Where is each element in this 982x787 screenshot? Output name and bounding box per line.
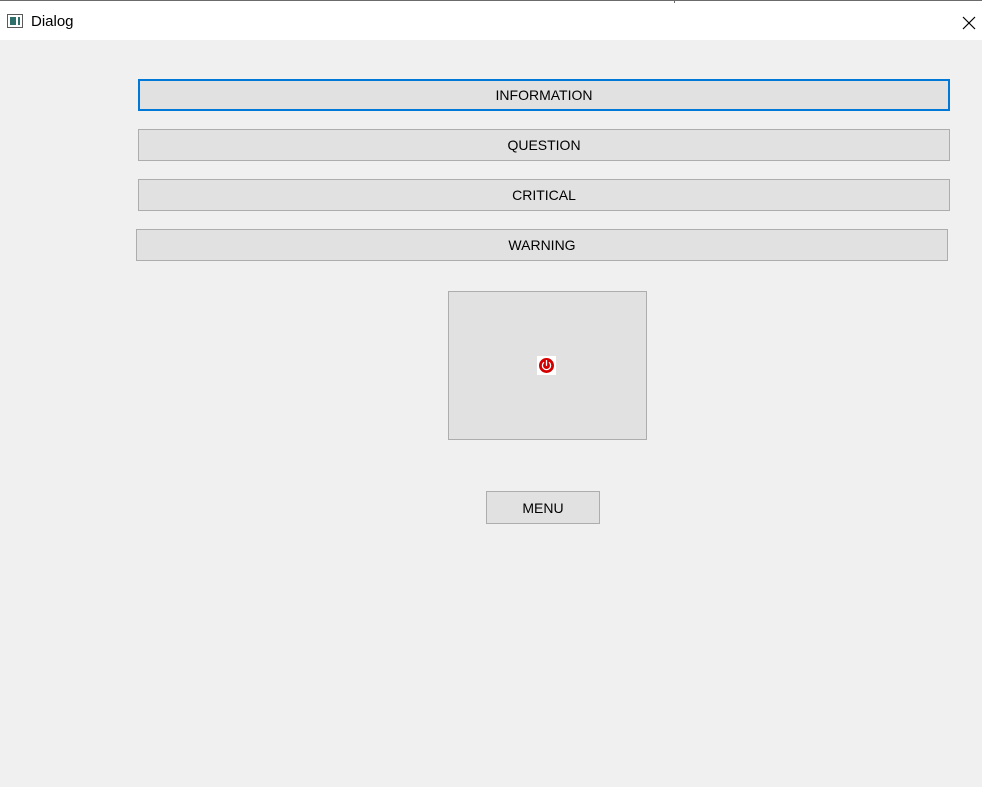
question-button[interactable]: QUESTION bbox=[138, 129, 950, 161]
icon-display-panel bbox=[448, 291, 647, 440]
critical-button[interactable]: CRITICAL bbox=[138, 179, 950, 211]
window-app-icon bbox=[7, 14, 23, 28]
warning-button[interactable]: WARNING bbox=[136, 229, 948, 261]
title-bar[interactable]: Dialog bbox=[0, 3, 982, 40]
critical-power-icon bbox=[537, 356, 556, 375]
close-icon bbox=[962, 16, 976, 30]
menu-button[interactable]: MENU bbox=[486, 491, 600, 524]
window-title: Dialog bbox=[31, 13, 74, 30]
information-button[interactable]: INFORMATION bbox=[138, 79, 950, 111]
close-button[interactable] bbox=[958, 6, 982, 40]
